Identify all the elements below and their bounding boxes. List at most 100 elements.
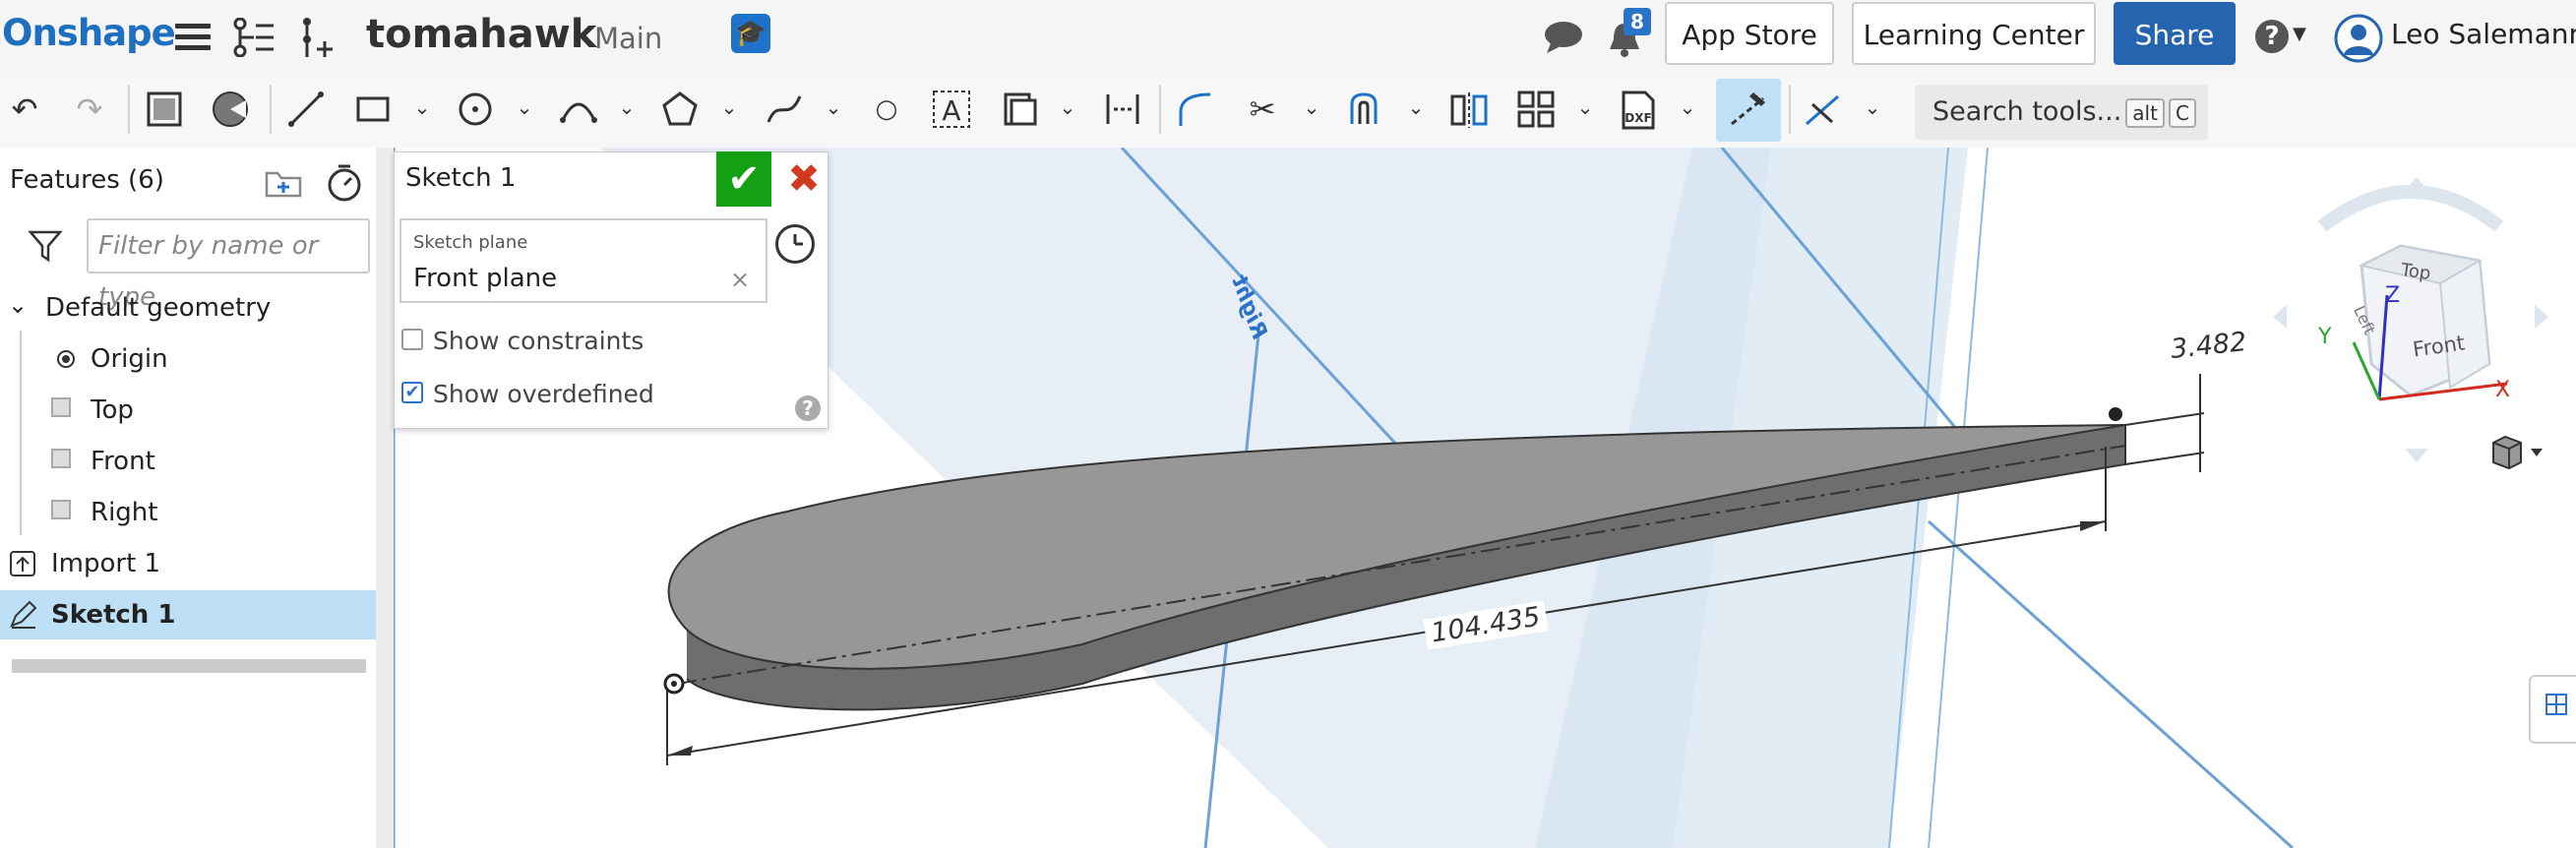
line-tool-icon[interactable] — [285, 89, 327, 130]
chevron-down-icon[interactable]: ⌄ — [1574, 92, 1596, 122]
history-clock-icon[interactable] — [775, 224, 815, 264]
show-constraints-checkbox[interactable] — [401, 329, 423, 350]
comments-icon[interactable] — [1543, 20, 1584, 55]
dialog-help-icon[interactable]: ? — [795, 395, 821, 421]
workspace-name[interactable]: Main — [594, 22, 662, 55]
chevron-down-icon[interactable]: ⌄ — [616, 92, 638, 122]
show-overdefined-checkbox[interactable]: ✔ — [401, 382, 423, 403]
shortcut-key-alt: alt — [2125, 97, 2165, 128]
feature-filter-input[interactable]: Filter by name or type — [87, 218, 370, 312]
plane-icon — [51, 449, 71, 468]
chevron-down-icon[interactable]: ⌄ — [1677, 92, 1698, 122]
undo-icon[interactable]: ↶ — [2, 87, 47, 132]
tree-guide-line — [20, 331, 22, 535]
pattern-tool-icon[interactable] — [1515, 89, 1557, 130]
parts-grid-icon — [2545, 694, 2567, 715]
top-plane-edge — [1927, 519, 2295, 848]
version-history-icon[interactable] — [232, 18, 276, 57]
chevron-down-icon[interactable]: ⌄ — [411, 92, 433, 122]
app-store-button[interactable]: App Store — [1665, 2, 1834, 65]
chevron-down-icon[interactable]: ⌄ — [1057, 92, 1078, 122]
sketch-dialog-title[interactable]: Sketch 1 — [405, 163, 516, 193]
tree-item-default-geometry[interactable]: Default geometry — [45, 293, 271, 323]
onshape-logo[interactable]: Onshape — [2, 12, 176, 54]
search-tools-button[interactable]: Search tools... alt C — [1915, 85, 2208, 140]
cancel-close-button[interactable]: ✖ — [781, 151, 827, 207]
menu-icon[interactable] — [175, 24, 211, 50]
mirror-tool-icon[interactable] — [1448, 89, 1490, 130]
plane-icon — [51, 500, 71, 519]
user-name[interactable]: Leo Salemann — [2391, 18, 2576, 50]
user-avatar-icon[interactable] — [2334, 14, 2383, 63]
insert-feature-icon[interactable] — [295, 16, 335, 59]
accept-checkmark-button[interactable]: ✔ — [716, 151, 771, 207]
help-chevron-down-icon[interactable]: ▼ — [2293, 24, 2306, 44]
chevron-down-icon[interactable]: ⌄ — [514, 92, 535, 122]
spline-tool-icon[interactable] — [764, 89, 805, 130]
timer-stopwatch-icon[interactable] — [325, 161, 364, 203]
toolbar-divider — [270, 85, 272, 134]
offset-tool-icon[interactable] — [1344, 89, 1385, 130]
sketch-plane-caption: Sketch plane — [413, 232, 528, 253]
learning-center-button[interactable]: Learning Center — [1852, 2, 2096, 65]
share-button[interactable]: Share — [2114, 2, 2236, 65]
redo-icon[interactable]: ↷ — [67, 87, 112, 132]
sketch-pencil-icon — [10, 600, 37, 629]
toolbar-divider — [1789, 85, 1791, 134]
tree-item-top-plane[interactable]: Top — [91, 395, 134, 425]
show-constraints-label[interactable]: Show constraints — [433, 327, 644, 355]
graduation-cap-icon[interactable]: 🎓 — [731, 14, 770, 53]
origin-icon — [57, 350, 75, 368]
svg-text:DXF: DXF — [1625, 111, 1651, 125]
new-sketch-icon[interactable] — [146, 89, 187, 130]
help-icon[interactable]: ? — [2255, 20, 2289, 53]
arc-tool-icon[interactable] — [557, 89, 600, 130]
chevron-down-icon[interactable]: ⌄ — [1405, 92, 1427, 122]
rotate-left-arrow-icon — [2273, 305, 2287, 329]
tree-item-sketch-1[interactable]: Sketch 1 — [51, 600, 175, 630]
new-folder-icon[interactable] — [264, 165, 303, 199]
circle-tool-icon[interactable] — [455, 89, 496, 130]
x-axis-label: X — [2495, 378, 2511, 402]
text-tool-icon[interactable]: A — [931, 89, 972, 130]
tree-item-front-plane[interactable]: Front — [91, 447, 155, 476]
view-cube-top-label[interactable]: Top — [2400, 260, 2432, 284]
tree-item-right-plane[interactable]: Right — [91, 498, 157, 527]
horizontal-scrollbar[interactable] — [12, 659, 366, 673]
show-overdefined-label[interactable]: Show overdefined — [433, 380, 654, 408]
fillet-tool-icon[interactable] — [1175, 89, 1216, 130]
rotate-up-arrow-icon — [2405, 177, 2428, 191]
document-title[interactable]: tomahawk — [366, 12, 596, 57]
import-icon — [10, 551, 35, 576]
rectangle-tool-icon[interactable] — [352, 89, 394, 130]
notification-count-badge: 8 — [1624, 8, 1651, 35]
rotate-right-arrow-icon — [2535, 305, 2548, 329]
filter-funnel-icon[interactable] — [28, 228, 63, 264]
rotate-down-arrow-icon — [2405, 449, 2428, 462]
construction-tool-icon[interactable] — [1728, 89, 1769, 130]
tree-item-import-1[interactable]: Import 1 — [51, 549, 160, 578]
chevron-down-icon[interactable]: ⌄ — [718, 92, 740, 122]
chevron-down-icon[interactable]: ⌄ — [1862, 92, 1883, 122]
plane-icon — [51, 397, 71, 417]
polygon-tool-icon[interactable] — [659, 89, 701, 130]
dimension-tool-icon[interactable] — [1102, 89, 1143, 130]
svg-text:A: A — [942, 94, 960, 127]
tree-item-origin[interactable]: Origin — [91, 344, 168, 374]
use-tool-icon[interactable] — [1000, 89, 1041, 130]
extrude-icon[interactable] — [211, 89, 252, 130]
search-tools-label: Search tools... — [1932, 96, 2122, 127]
panel-resize-handle[interactable] — [376, 148, 394, 848]
sketch-plane-value[interactable]: Front plane — [413, 264, 557, 293]
chevron-down-icon[interactable]: ⌄ — [823, 92, 844, 122]
chevron-down-icon[interactable]: ⌄ — [1301, 92, 1322, 122]
dxf-import-icon[interactable]: DXF — [1618, 89, 1659, 132]
shortcut-key-c: C — [2168, 97, 2196, 128]
constraint-tool-icon[interactable] — [1803, 89, 1844, 130]
clear-selection-icon[interactable]: × — [730, 266, 750, 293]
display-mode-icon[interactable] — [2487, 433, 2546, 472]
chevron-down-icon[interactable]: ⌄ — [8, 291, 28, 319]
trim-scissors-icon[interactable]: ✂ — [1240, 87, 1285, 132]
side-panel-toggle[interactable] — [2529, 675, 2576, 744]
point-tool-icon[interactable]: ○ — [864, 87, 909, 132]
